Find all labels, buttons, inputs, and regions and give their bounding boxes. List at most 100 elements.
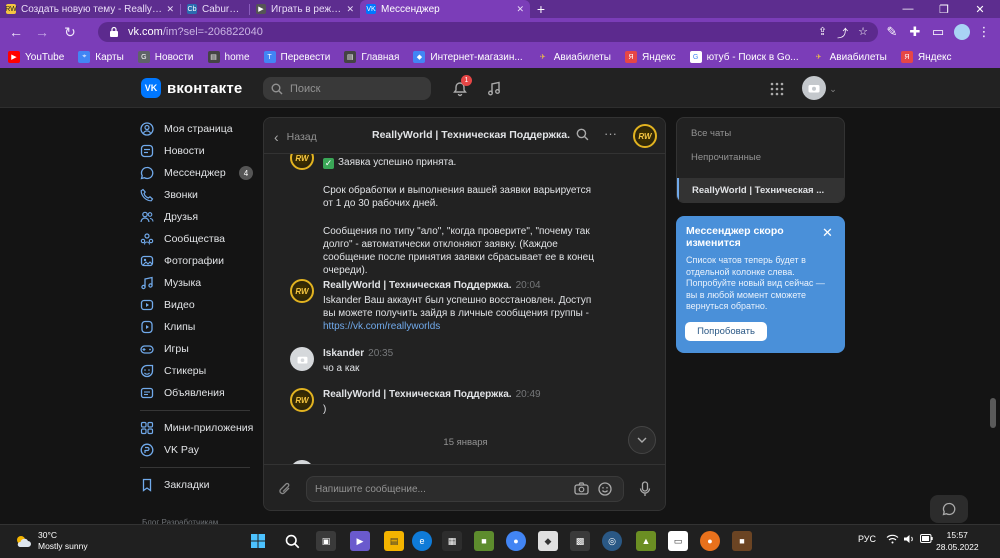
more-dots-icon[interactable]: ···	[604, 126, 617, 141]
nav-item-stickers[interactable]: Стикеры	[140, 360, 260, 382]
file-explorer-icon[interactable]: ▤	[384, 531, 404, 551]
browser-tab-2[interactable]: ▶ Играть в режим Майнкрафт ✕	[250, 0, 360, 18]
emoji-smile-icon[interactable]	[598, 482, 612, 499]
message-input[interactable]	[315, 483, 555, 495]
notifications-bell-icon[interactable]: 1	[449, 75, 472, 100]
chat-search-icon[interactable]	[576, 128, 589, 144]
star-icon[interactable]: ☆	[858, 25, 868, 41]
message-link[interactable]: https://vk.com/reallyworlds	[323, 321, 440, 332]
install-app-icon[interactable]: ⇪	[818, 25, 827, 41]
page-scrollbar[interactable]	[990, 398, 996, 428]
user-avatar[interactable]	[802, 76, 826, 100]
chat-avatar[interactable]: RW	[633, 124, 657, 148]
volume-icon[interactable]	[903, 534, 915, 546]
weather-widget[interactable]: 30°C Mostly sunny	[14, 530, 88, 552]
browser-tab-1[interactable]: Cb Cabura.sh	[181, 0, 249, 18]
attach-clip-icon[interactable]	[278, 481, 292, 500]
address-bar[interactable]: vk.com/im?sel=-206822040 ⇪ ⤴ ☆	[98, 22, 878, 42]
windows-start-icon[interactable]	[248, 531, 268, 551]
nav-item-vk-pay[interactable]: VK Pay	[140, 439, 260, 461]
back-arrow-icon[interactable]: ←	[4, 20, 28, 44]
puzzle-icon[interactable]: ✚	[903, 20, 927, 44]
app-icon[interactable]: ▩	[570, 531, 590, 551]
nav-item-calls[interactable]: Звонки	[140, 184, 260, 206]
microphone-icon[interactable]	[639, 481, 651, 500]
menu-dots-icon[interactable]: ⋮	[972, 20, 996, 44]
edge-browser-icon[interactable]: e	[412, 531, 432, 551]
sidebar-toggle-icon[interactable]: ▭	[926, 20, 950, 44]
camera-icon[interactable]	[574, 482, 589, 498]
nav-item-ads[interactable]: Объявления	[140, 382, 260, 404]
bookmark-11[interactable]: Я Яндекс	[900, 51, 952, 63]
tab-close-icon[interactable]: ✕	[346, 4, 354, 15]
browser-tab-0[interactable]: RW Создать новую тему - ReallyWorld ✕	[0, 0, 180, 18]
extensions-icon[interactable]: ✎	[880, 20, 904, 44]
system-clock[interactable]: 15:57 28.05.2022	[936, 529, 979, 553]
nav-item-video[interactable]: Видео	[140, 294, 260, 316]
floating-chat-button[interactable]	[930, 495, 968, 523]
store-icon[interactable]: ▦	[442, 531, 462, 551]
chrome-icon[interactable]: ●	[506, 531, 526, 551]
nav-item-mini-apps[interactable]: Мини-приложения	[140, 417, 260, 439]
message-avatar[interactable]	[290, 347, 314, 371]
bookmark-9[interactable]: Gютуб - Поиск в Go...	[689, 51, 799, 63]
tray-lang[interactable]: РУС	[858, 534, 876, 544]
teams-chat-icon[interactable]: ▶	[350, 531, 370, 551]
task-view-icon[interactable]: ▣	[316, 531, 336, 551]
message-avatar[interactable]: RW	[290, 154, 314, 170]
nav-item-my-page[interactable]: Моя страница	[140, 118, 260, 140]
bookmark-8[interactable]: Я Яндекс	[625, 51, 676, 63]
close-icon[interactable]: ✕	[822, 225, 833, 241]
bookmark-6[interactable]: ◆ Интернет-магазин...	[413, 51, 523, 63]
minecraft-launcher-icon[interactable]: ■	[732, 531, 752, 551]
message-avatar[interactable]: RW	[290, 388, 314, 412]
message-author[interactable]: ReallyWorld | Техническая Поддержка. 20:0…	[323, 280, 541, 291]
music-note-icon[interactable]	[483, 78, 505, 100]
bookmark-5[interactable]: ▤ Главная	[344, 51, 399, 63]
tab-close-icon[interactable]: ✕	[166, 4, 174, 15]
chat-title[interactable]: ReallyWorld | Техническая Поддержка.	[372, 129, 570, 141]
bookmark-4[interactable]: T Перевести	[263, 51, 330, 63]
apps-grid-icon[interactable]	[766, 78, 788, 100]
bookmark-10[interactable]: ✈ Авиабилеты	[813, 51, 887, 63]
bookmark-3[interactable]: ▤ home	[207, 51, 250, 63]
vk-search-box[interactable]: Поиск	[263, 77, 431, 100]
forward-arrow-icon[interactable]: →	[30, 20, 54, 44]
game-icon[interactable]: ▲	[636, 531, 656, 551]
nav-item-games[interactable]: Игры	[140, 338, 260, 360]
message-author[interactable]: Iskander 20:35	[323, 348, 393, 359]
message-avatar[interactable]: RW	[290, 279, 314, 303]
nav-item-messenger[interactable]: Мессенджер 4	[140, 162, 260, 184]
chrome-canary-icon[interactable]: ●	[700, 531, 720, 551]
new-tab-icon[interactable]: +	[530, 0, 552, 18]
message-history[interactable]: RW ✓ Заявка успешно принята. Срок обработ…	[264, 154, 665, 464]
chevron-down-icon[interactable]: ⌄	[826, 78, 840, 100]
browser-tab-3[interactable]: VK Мессенджер ✕	[360, 0, 530, 18]
minimize-icon[interactable]: —	[890, 0, 926, 18]
taskbar-search-icon[interactable]	[282, 531, 302, 551]
message-author[interactable]: ReallyWorld | Техническая Поддержка. 20:4…	[323, 389, 541, 400]
folder-unread[interactable]: Непрочитанные	[691, 152, 761, 163]
vk-logo[interactable]: VK вконтакте	[141, 78, 242, 98]
notepad-icon[interactable]: ▭	[668, 531, 688, 551]
nav-item-photos[interactable]: Фотографии	[140, 250, 260, 272]
nav-item-clips[interactable]: Клипы	[140, 316, 260, 338]
folder-active-chat[interactable]: ReallyWorld | Техническая ...	[677, 178, 844, 202]
maximize-icon[interactable]: ❐	[926, 0, 962, 18]
bookmark-1[interactable]: ⌖ Карты	[78, 51, 124, 63]
bookmark-2[interactable]: G Новости	[137, 51, 194, 63]
nav-item-news[interactable]: Новости	[140, 140, 260, 162]
scroll-down-button[interactable]	[628, 426, 656, 454]
nav-item-communities[interactable]: Сообщества	[140, 228, 260, 250]
nav-item-music[interactable]: Музыка	[140, 272, 260, 294]
reload-icon[interactable]: ↻	[58, 20, 82, 44]
bookmark-0[interactable]: ▶ YouTube	[8, 51, 64, 63]
close-window-icon[interactable]: ✕	[962, 0, 998, 18]
share-icon[interactable]: ⤴	[837, 25, 848, 41]
nav-item-friends[interactable]: Друзья	[140, 206, 260, 228]
profile-avatar-icon[interactable]	[950, 20, 974, 44]
try-button[interactable]: Попробовать	[685, 322, 767, 341]
tab-close-icon[interactable]: ✕	[516, 4, 524, 15]
bookmark-7[interactable]: ✈ Авиабилеты	[537, 51, 611, 63]
battery-icon[interactable]	[920, 534, 933, 545]
